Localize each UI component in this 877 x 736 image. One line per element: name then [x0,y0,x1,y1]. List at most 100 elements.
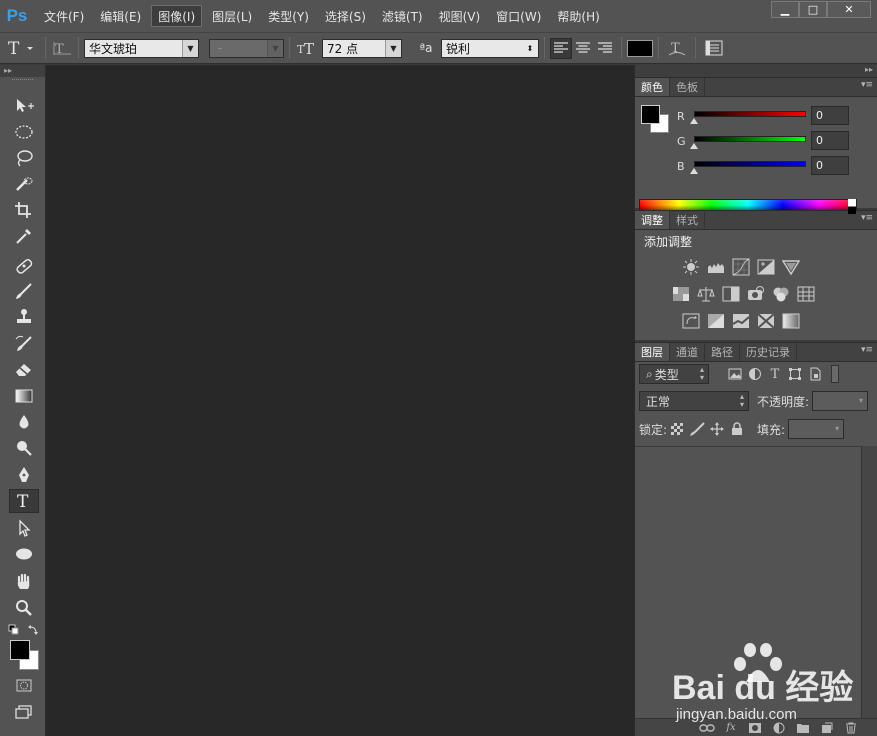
layers-list[interactable] [635,446,861,720]
new-group-folder-icon[interactable] [795,721,811,735]
filter-toggle-switch[interactable] [831,365,839,383]
align-center-button[interactable] [572,38,594,59]
gradient-tool[interactable] [9,384,39,408]
hue-saturation-icon[interactable] [671,284,690,303]
blue-slider-track[interactable] [694,161,806,167]
tab-history[interactable]: 历史记录 [740,343,797,361]
new-adjustment-layer-icon[interactable] [771,721,787,735]
color-balance-icon[interactable] [696,284,715,303]
minimize-button[interactable]: ▁ [771,1,799,18]
channel-mixer-icon[interactable] [771,284,790,303]
new-layer-icon[interactable] [819,721,835,735]
align-right-button[interactable] [594,38,616,59]
tab-swatches[interactable]: 色板 [670,78,705,96]
blend-mode-select[interactable]: 正常 ▴ ▾ [639,391,749,411]
document-canvas-area[interactable] [46,65,634,736]
delete-layer-trash-icon[interactable] [843,721,859,735]
menu-help[interactable]: 帮助(H) [551,5,605,27]
red-value-input[interactable]: 0 [811,106,849,125]
quick-selection-tool[interactable] [9,172,39,196]
warp-text-button[interactable]: T [664,39,690,57]
gradient-map-icon[interactable] [781,311,800,330]
eyedropper-tool[interactable] [9,224,39,248]
black-white-icon[interactable] [721,284,740,303]
green-slider-thumb[interactable] [690,143,698,149]
layer-style-fx-icon[interactable]: fx [723,721,739,735]
invert-icon[interactable] [681,311,700,330]
filter-type-icon[interactable]: T [765,365,785,383]
tab-color[interactable]: 颜色 [635,78,670,96]
expand-toolbar-icon[interactable]: ▸▸ [0,65,45,77]
menu-image[interactable]: 图像(I) [151,5,203,27]
exposure-icon[interactable] [756,257,775,276]
clone-stamp-tool[interactable] [9,305,39,329]
font-style-select[interactable]: - ▼ [209,38,284,58]
panel-menu-icon[interactable]: ▾≡ [861,345,873,355]
pen-tool[interactable] [9,463,39,487]
restore-button[interactable]: □ [799,1,827,18]
blue-value-input[interactable]: 0 [811,156,849,175]
shape-tool[interactable] [9,542,39,566]
lasso-tool[interactable] [9,146,39,170]
lock-position-move-icon[interactable] [707,420,727,438]
red-slider-thumb[interactable] [690,118,698,124]
panel-menu-icon[interactable]: ▾≡ [861,80,873,90]
blur-tool[interactable] [9,410,39,434]
black-white-ramp[interactable] [848,199,856,214]
brush-tool[interactable] [9,279,39,303]
menu-edit[interactable]: 编辑(E) [94,5,147,27]
blue-slider-thumb[interactable] [690,168,698,174]
default-colors-icon[interactable] [8,624,40,636]
history-brush-tool[interactable] [9,331,39,355]
menu-window[interactable]: 窗口(W) [490,5,547,27]
tab-layers[interactable]: 图层 [635,343,670,361]
curves-icon[interactable] [731,257,750,276]
menu-filter[interactable]: 滤镜(T) [376,5,429,27]
threshold-icon[interactable] [731,311,750,330]
font-family-select[interactable]: 华文琥珀 ▼ [84,38,199,58]
font-size-select[interactable]: 72 点 ▼ [322,38,402,58]
crop-tool[interactable] [9,198,39,222]
selective-color-icon[interactable] [756,311,775,330]
panel-menu-icon[interactable]: ▾≡ [861,213,873,223]
screen-mode-button[interactable] [9,700,39,724]
path-selection-tool[interactable] [9,516,39,540]
green-value-input[interactable]: 0 [811,131,849,150]
lock-pixels-brush-icon[interactable] [687,420,707,438]
hand-tool[interactable] [9,570,39,594]
menu-file[interactable]: 文件(F) [38,5,90,27]
eraser-tool[interactable] [9,357,39,381]
menu-view[interactable]: 视图(V) [433,5,487,27]
layer-filter-kind-select[interactable]: ⌕ 类型 ▴ ▾ [639,364,709,384]
tool-preset-picker[interactable]: T [0,38,40,58]
filter-smart-object-icon[interactable] [805,365,825,383]
green-slider-track[interactable] [694,136,806,142]
color-lookup-icon[interactable] [796,284,815,303]
menu-type[interactable]: 类型(Y) [262,5,315,27]
toggle-orientation-button[interactable]: T [51,39,73,57]
collapse-dock-icon[interactable]: ▸▸ [865,65,873,74]
zoom-tool[interactable] [9,596,39,620]
lock-all-icon[interactable] [727,420,747,438]
red-slider-track[interactable] [694,111,806,117]
foreground-color-swatch[interactable] [641,105,660,124]
lock-transparency-icon[interactable] [667,420,687,438]
dodge-tool[interactable] [9,436,39,460]
healing-brush-tool[interactable] [9,254,39,278]
vibrance-icon[interactable] [781,257,800,276]
antialias-select[interactable]: 锐利 ⬍ [441,38,539,58]
dock-collapse-bar[interactable]: ▸▸ [635,65,877,77]
text-color-swatch[interactable] [627,39,653,57]
filter-pixel-icon[interactable] [725,365,745,383]
tab-adjustments[interactable]: 调整 [635,211,670,229]
posterize-icon[interactable] [706,311,725,330]
toolbar-grip[interactable] [12,79,33,85]
close-button[interactable]: ✕ [827,1,871,18]
type-tool[interactable]: T [9,489,39,513]
layers-scrollbar[interactable] [861,446,877,720]
tab-channels[interactable]: 通道 [670,343,705,361]
filter-shape-icon[interactable] [785,365,805,383]
marquee-tool[interactable] [9,120,39,144]
move-tool[interactable] [9,94,39,118]
levels-icon[interactable] [706,257,725,276]
